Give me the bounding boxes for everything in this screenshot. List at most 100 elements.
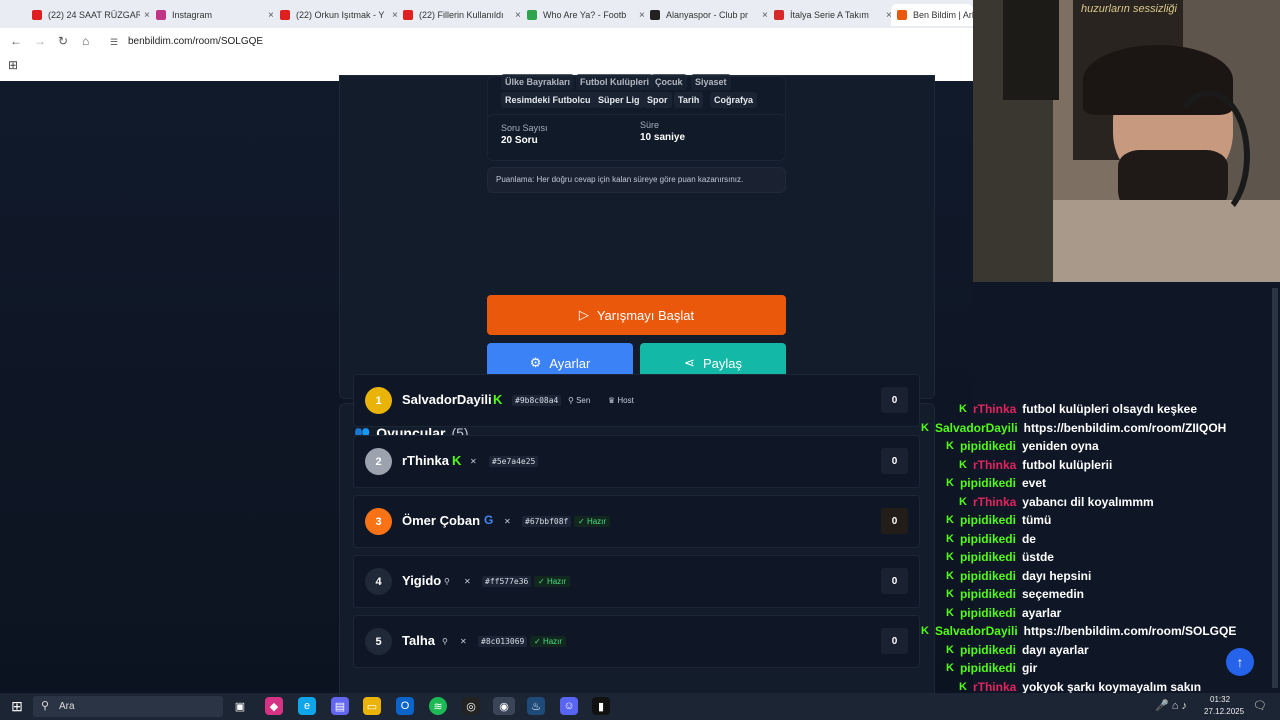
tab-5[interactable]: Who Are Ya? - Footb × <box>521 4 645 26</box>
chat-text: dayı ayarlar <box>1021 642 1089 657</box>
player-id: #8c013069 <box>478 636 528 647</box>
game-info-box: Soru Sayısı 20 Soru Süre 10 saniye <box>487 114 786 161</box>
chat-username[interactable]: pipidikedi <box>960 569 1016 583</box>
tab-7[interactable]: İtalya Serie A Takım × <box>768 4 892 26</box>
copilot-icon[interactable]: ◆ <box>265 697 283 715</box>
kick-icon: K <box>452 453 462 468</box>
chat-username[interactable]: pipidikedi <box>960 550 1016 564</box>
chat-text: futbol kulüpleri olsaydı keşkee <box>1022 402 1198 416</box>
chat-username[interactable]: SalvadorDayili <box>935 624 1018 638</box>
category-chip: Siyaset <box>691 74 731 90</box>
tab-1[interactable]: (22) 24 SAAT RÜZGAR × <box>26 4 150 26</box>
guest-user-icon: ⚲ <box>442 637 448 646</box>
terminal-icon[interactable]: ▮ <box>592 697 610 715</box>
player-name: Yigido <box>402 573 442 588</box>
share-icon: ⋖ <box>684 355 695 370</box>
kick-user-icon[interactable]: ✕ <box>464 577 471 586</box>
kick-user-icon[interactable]: ✕ <box>460 637 467 646</box>
score-box: 0 <box>881 448 908 474</box>
chat-username[interactable]: pipidikedi <box>960 476 1016 490</box>
chat-text: yabancı dil koyalımmm <box>1022 494 1154 509</box>
tab-4[interactable]: (22) Fillerin Kullanıldı × <box>397 4 521 26</box>
scroll-top-button[interactable]: ↑ <box>1226 648 1254 676</box>
chat-username[interactable]: rThinka <box>973 458 1016 472</box>
spotify-icon[interactable]: ≋ <box>429 697 447 715</box>
close-tab-icon[interactable]: × <box>144 10 150 21</box>
chat-message: Kpipidikedi üstde <box>946 548 1054 566</box>
chat-message: Kpipidikedi dayı hepsini <box>946 567 1091 585</box>
arrow-up-icon: ↑ <box>1236 654 1244 670</box>
search-placeholder: Ara <box>59 701 75 712</box>
kick-badge-icon: K <box>946 569 954 582</box>
chat-username[interactable]: pipidikedi <box>960 661 1016 675</box>
player-id: #5e7a4e25 <box>489 456 539 467</box>
rank-badge: 3 <box>365 508 392 535</box>
obs-icon[interactable]: ◎ <box>462 697 480 715</box>
forward-icon[interactable]: → <box>34 34 46 48</box>
tab-3[interactable]: (22) Orkun Işıtmak - Y × <box>274 4 398 26</box>
kick-user-icon[interactable]: ✕ <box>470 457 477 466</box>
steam-icon[interactable]: ♨ <box>527 697 545 715</box>
chat-message: KrThinka yabancı dil koyalımmm <box>959 493 1154 511</box>
chat-text: gir <box>1021 661 1038 675</box>
browser-window: (22) 24 SAAT RÜZGAR × Instagram × (22) Ork… <box>0 0 973 81</box>
chat-message: KrThinka futbol kulüpleri olsaydı keşkee <box>959 400 1197 418</box>
system-tray-icons[interactable]: 🎤 ⌂ ♪ <box>1155 699 1187 712</box>
chat-username[interactable]: pipidikedi <box>960 643 1016 657</box>
discord-icon[interactable]: ☺ <box>560 697 578 715</box>
chat-username[interactable]: pipidikedi <box>960 606 1016 620</box>
tab-groups-icon[interactable]: ⊞ <box>8 58 18 72</box>
chat-text: evet <box>1021 476 1046 490</box>
kick-badge-icon: K <box>946 514 954 526</box>
reload-icon[interactable]: ↻ <box>58 34 68 48</box>
scrollbar[interactable] <box>1272 288 1278 688</box>
task-view-icon[interactable]: ▣ <box>231 697 249 715</box>
score-box: 0 <box>881 508 908 534</box>
tab-6[interactable]: Alanyaspor - Club pr × <box>644 4 768 26</box>
kick-icon: K <box>493 392 503 407</box>
edge-icon[interactable]: e <box>298 697 316 715</box>
kick-user-icon[interactable]: ✕ <box>504 517 511 526</box>
ready-badge: ✓ Hazır <box>530 636 567 647</box>
chat-username[interactable]: pipidikedi <box>960 532 1016 546</box>
chat-text: de <box>1021 531 1036 546</box>
category-chip: Çocuk <box>651 74 687 90</box>
file-explorer-icon[interactable]: ▭ <box>363 697 381 715</box>
player-id: #9b8c08a4 <box>512 395 562 406</box>
store-icon[interactable]: ▤ <box>331 697 349 715</box>
chat-username[interactable]: SalvadorDayili <box>935 421 1018 435</box>
ready-badge: ✓ Hazır <box>574 516 611 527</box>
start-game-button[interactable]: ▷ Yarışmayı Başlat <box>487 295 786 335</box>
address-bar[interactable]: benbildim.com/room/SOLGQE <box>128 36 263 47</box>
notification-icon[interactable]: 🗨 <box>1253 699 1267 712</box>
tab-2[interactable]: Instagram × <box>150 4 274 26</box>
category-chip: Süper Lig <box>594 92 644 108</box>
chat-username[interactable]: pipidikedi <box>960 587 1016 601</box>
site-info-icon[interactable]: ☰ <box>110 37 118 48</box>
rank-badge: 1 <box>365 387 392 414</box>
chat-username[interactable]: rThinka <box>973 495 1016 509</box>
score-box: 0 <box>881 628 908 654</box>
back-icon[interactable]: ← <box>10 34 22 48</box>
close-tab-icon[interactable]: × <box>268 10 274 21</box>
chat-username[interactable]: rThinka <box>973 680 1016 694</box>
youtube-icon <box>32 10 42 20</box>
player-id: #ff577e36 <box>482 576 532 587</box>
taskbar-search[interactable]: ⚲ Ara <box>33 696 223 717</box>
outlook-icon[interactable]: O <box>396 697 414 715</box>
kick-badge-icon: K <box>946 477 954 489</box>
poster-title: huzurların sessizliği <box>1081 3 1177 15</box>
chat-username[interactable]: pipidikedi <box>960 439 1016 453</box>
windows-start-icon[interactable]: ⊞ <box>8 697 26 715</box>
home-icon[interactable]: ⌂ <box>82 34 89 48</box>
chat-text: https://benbildim.com/room/ZIIQOH <box>1023 420 1227 435</box>
kick-badge-icon: K <box>959 495 967 508</box>
chat-username[interactable]: rThinka <box>973 402 1016 416</box>
host-tag: ♛ Host <box>608 396 634 405</box>
chat-username[interactable]: pipidikedi <box>960 513 1016 527</box>
close-tab-icon[interactable]: × <box>762 10 768 21</box>
chrome-icon[interactable]: ◉ <box>493 697 515 715</box>
category-chip: Tarih <box>674 92 704 108</box>
close-tab-icon[interactable]: × <box>515 10 521 21</box>
tab-8-active[interactable]: Ben Bildim | Arkad <box>891 4 973 26</box>
